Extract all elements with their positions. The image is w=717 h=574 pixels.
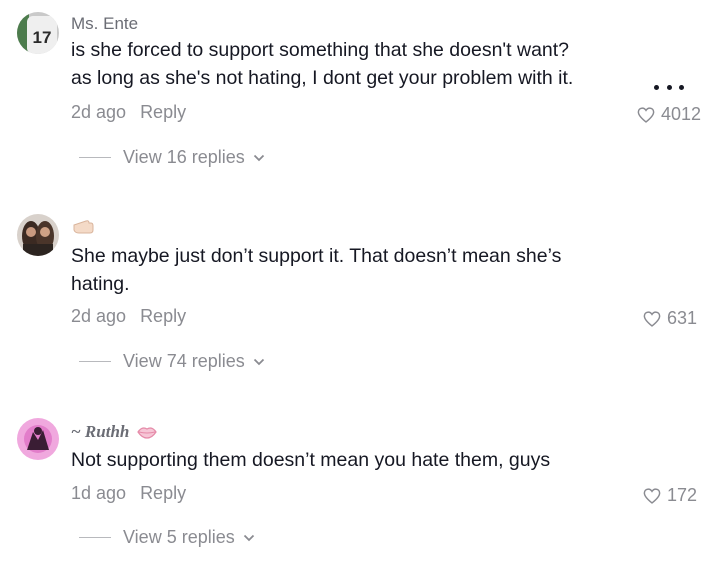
chevron-down-icon	[253, 358, 264, 365]
heart-outline-icon	[643, 487, 661, 504]
comment-username[interactable]: Ms. Ente	[71, 14, 138, 34]
lips-emoji-icon	[136, 427, 157, 439]
like-button[interactable]: 4012	[637, 104, 701, 125]
comment-text-line: is she forced to support something that …	[71, 39, 570, 61]
comment-meta: 1d ago Reply	[71, 483, 186, 504]
like-count: 4012	[660, 104, 701, 124]
like-button[interactable]: 172	[643, 485, 697, 506]
comment-text-line: Not supporting them doesn’t mean you hat…	[71, 449, 551, 471]
comment-meta: 2d ago Reply	[71, 102, 186, 123]
comment-time: 1d ago	[71, 483, 127, 503]
reply-button[interactable]: Reply	[140, 102, 186, 122]
like-button[interactable]: 631	[643, 308, 697, 329]
comment-text-line: as long as she's not hating, I dont get …	[71, 67, 574, 89]
avatar[interactable]	[17, 418, 59, 460]
heart-outline-icon	[643, 310, 661, 327]
more-dots-icon[interactable]	[654, 85, 684, 95]
comment-text: is she forced to support something that …	[71, 36, 631, 92]
view-replies-button[interactable]: View 74 replies	[79, 351, 265, 372]
divider-line	[79, 361, 111, 362]
comment-time: 2d ago	[71, 102, 127, 122]
comment-text: Not supporting them doesn’t mean you hat…	[71, 446, 631, 474]
reply-button[interactable]: Reply	[140, 483, 186, 503]
view-replies-label: View 16 replies	[123, 147, 245, 167]
comment-username[interactable]: ~ Ruthh	[71, 422, 157, 442]
view-replies-button[interactable]: View 16 replies	[79, 147, 265, 168]
avatar-number: 17	[33, 28, 52, 47]
comment-meta: 2d ago Reply	[71, 306, 186, 327]
view-replies-label: View 74 replies	[123, 351, 245, 371]
comment-time: 2d ago	[71, 306, 127, 326]
divider-line	[79, 537, 111, 538]
heart-outline-icon	[637, 106, 655, 123]
comment-text-line: She maybe just don’t support it. That do…	[71, 245, 562, 267]
comment-text-line: hating.	[71, 273, 130, 295]
comment-text: She maybe just don’t support it. That do…	[71, 242, 631, 298]
chevron-down-icon	[253, 154, 264, 161]
username-text: ~ Ruthh	[71, 422, 130, 441]
view-replies-button[interactable]: View 5 replies	[79, 527, 255, 548]
avatar[interactable]	[17, 214, 59, 256]
hand-emoji-icon[interactable]	[72, 218, 94, 239]
reply-button[interactable]: Reply	[140, 306, 186, 326]
divider-line	[79, 157, 111, 158]
like-count: 172	[666, 485, 697, 505]
avatar[interactable]: 17	[17, 12, 59, 54]
like-count: 631	[666, 308, 697, 328]
chevron-down-icon	[243, 534, 254, 541]
view-replies-label: View 5 replies	[123, 527, 235, 547]
